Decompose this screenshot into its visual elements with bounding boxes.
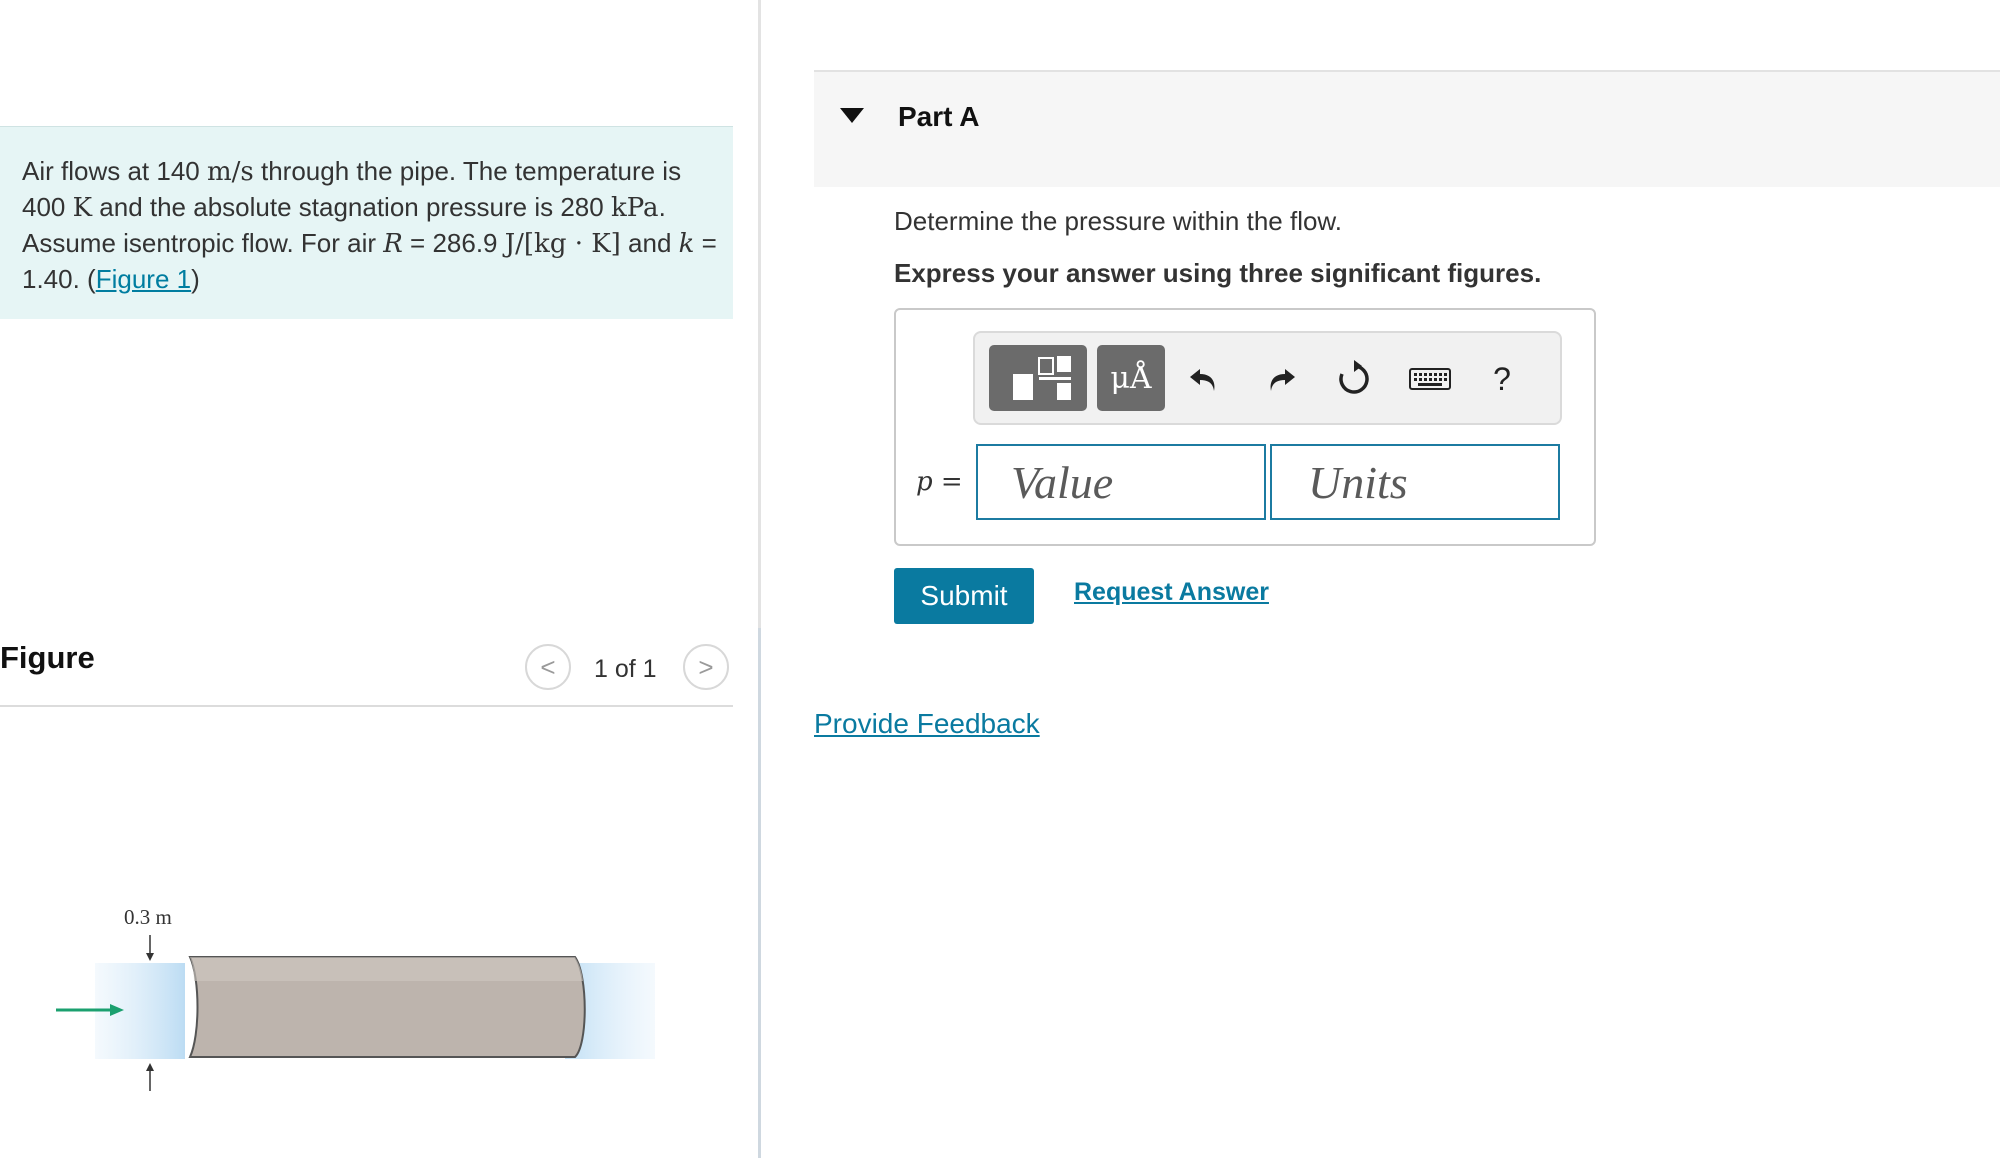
variable-label: p = <box>916 467 963 497</box>
keyboard-icon[interactable] <box>1403 352 1457 406</box>
caret-down-icon[interactable] <box>840 108 864 123</box>
templates-button[interactable] <box>989 345 1087 411</box>
provide-feedback-link[interactable]: Provide Feedback <box>814 708 1040 740</box>
pipe-shading <box>190 957 583 981</box>
chevron-right-icon: > <box>698 651 714 682</box>
problem-statement-text: Air flows at 140 m/s through the pipe. T… <box>22 156 717 294</box>
redo-icon[interactable] <box>1254 352 1308 406</box>
units-input[interactable] <box>1270 444 1560 520</box>
figure-1-link[interactable]: Figure 1 <box>96 264 191 294</box>
column-divider-resize-handle[interactable] <box>758 628 761 1158</box>
value-input[interactable] <box>976 444 1266 520</box>
undo-icon[interactable] <box>1177 352 1231 406</box>
figure-next-button[interactable]: > <box>683 644 729 690</box>
chevron-left-icon: < <box>540 651 556 682</box>
specific-heat-ratio-symbol: k <box>678 229 695 259</box>
temperature-unit: K <box>72 193 93 223</box>
part-a-title: Part A <box>898 101 980 132</box>
figure-divider <box>0 705 733 707</box>
request-answer-link[interactable]: Request Answer <box>1074 578 1269 607</box>
figure-counter: 1 of 1 <box>594 655 657 683</box>
submit-button[interactable]: Submit <box>894 568 1034 624</box>
pressure-unit: kPa <box>610 193 659 223</box>
reset-icon[interactable] <box>1327 352 1381 406</box>
velocity-unit: m/s <box>206 157 254 187</box>
pipe-diameter-label: 0.3 m <box>124 905 172 929</box>
gas-constant-symbol: R <box>383 229 403 259</box>
dimension-arrowhead-top <box>146 953 154 961</box>
dimension-arrowhead-bottom <box>146 1063 154 1071</box>
figure-prev-button[interactable]: < <box>525 644 571 690</box>
figure-title: Figure <box>0 640 95 675</box>
pipe-figure: 0.3 m <box>56 905 655 1091</box>
help-button[interactable]: ? <box>1475 352 1529 406</box>
gas-constant-unit: J/[kg · K] <box>504 229 621 259</box>
answer-instruction: Express your answer using three signific… <box>894 258 1542 288</box>
question-text: Determine the pressure within the flow. <box>894 206 1342 236</box>
part-a-header[interactable] <box>814 70 2000 187</box>
units-symbols-button[interactable]: μÅ <box>1097 345 1165 411</box>
templates-icon <box>1013 356 1071 400</box>
